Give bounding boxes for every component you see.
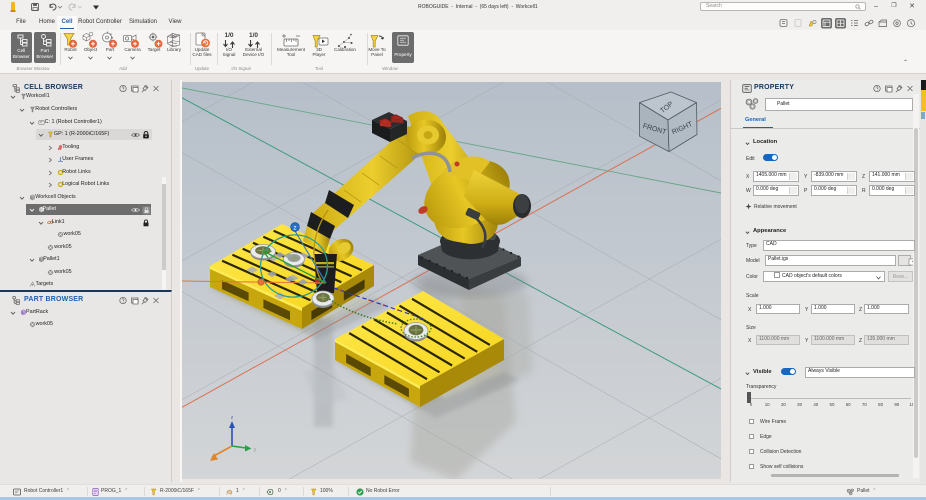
svg-text:z: z (294, 226, 297, 232)
